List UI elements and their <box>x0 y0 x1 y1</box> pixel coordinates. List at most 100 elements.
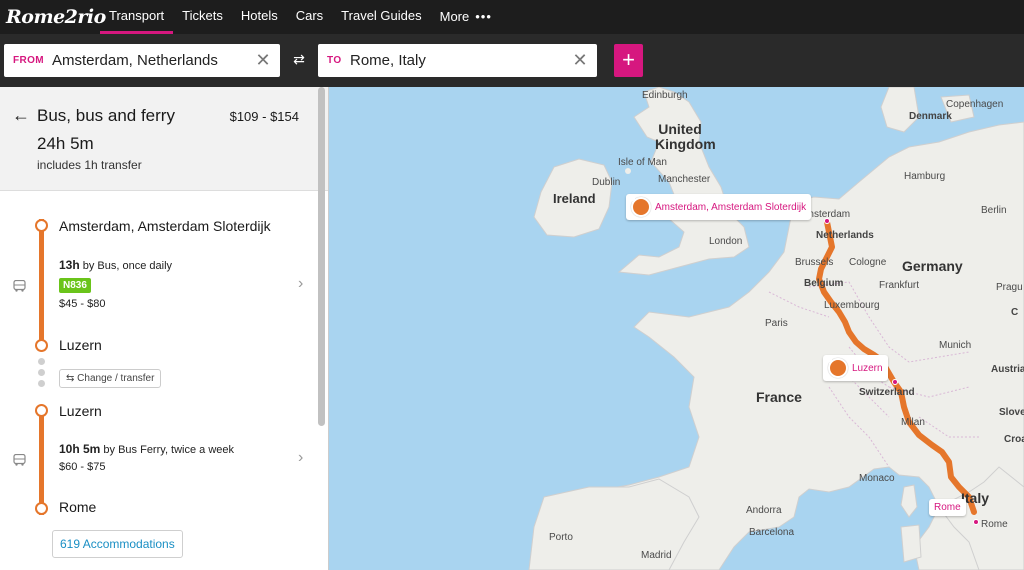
transfer-dot <box>38 380 45 387</box>
change-transfer-button[interactable]: ⇆ Change / transfer <box>59 369 162 388</box>
city-rome: Rome <box>981 519 1008 530</box>
to-tag: TO <box>327 55 342 66</box>
route-summary: ← Bus, bus and ferry $109 - $154 24h 5m … <box>0 87 328 191</box>
transfer-dot <box>38 358 45 365</box>
stop-luzern[interactable]: Luzern <box>59 337 102 353</box>
to-field[interactable]: TO Rome, Italy ✕ <box>318 44 597 77</box>
nav-more[interactable]: More ••• <box>431 0 501 34</box>
to-clear-icon[interactable]: ✕ <box>563 50 597 71</box>
bus-line-badge: N836 <box>59 278 91 293</box>
country-croatia: Croa <box>1004 434 1024 445</box>
from-field[interactable]: FROM Amsterdam, Netherlands ✕ <box>4 44 280 77</box>
map-label-luzern[interactable]: Luzern <box>823 355 888 381</box>
to-input[interactable]: Rome, Italy <box>350 52 563 69</box>
change-transfer-label: Change / transfer <box>77 373 155 384</box>
city-andorra: Andorra <box>746 505 782 516</box>
chevron-right-icon[interactable]: › <box>298 275 303 293</box>
city-copenhagen: Copenhagen <box>946 99 1004 110</box>
nav-hotels[interactable]: Hotels <box>232 0 287 34</box>
bus-stop-icon <box>824 356 848 378</box>
route-panel: ← Bus, bus and ferry $109 - $154 24h 5m … <box>0 87 329 570</box>
stop-luzern-2[interactable]: Luzern <box>59 403 102 419</box>
leg-info: 13h by Bus, once daily <box>59 258 172 272</box>
logo[interactable]: Rome2rio <box>0 6 106 28</box>
country-germany: Germany <box>902 258 963 274</box>
map-label-text: Amsterdam, Amsterdam Sloterdijk <box>655 201 807 213</box>
route-steps: Amsterdam, Amsterdam Sloterdijk 13h by B… <box>0 191 316 570</box>
country-france: France <box>756 389 802 405</box>
nav-tickets[interactable]: Tickets <box>173 0 232 34</box>
country-ireland: Ireland <box>553 191 596 206</box>
city-porto: Porto <box>549 532 573 543</box>
country-netherlands: Netherlands <box>816 230 874 241</box>
bus-icon <box>13 280 26 292</box>
route-price: $109 - $154 <box>229 109 299 124</box>
route-duration: 24h 5m <box>37 134 94 153</box>
nav-cars[interactable]: Cars <box>287 0 332 34</box>
leg-price: $45 - $80 <box>59 298 106 310</box>
from-clear-icon[interactable]: ✕ <box>246 50 280 71</box>
city-madrid: Madrid <box>641 550 672 561</box>
city-paris: Paris <box>765 318 788 329</box>
stop-node <box>35 404 48 417</box>
transfer-note: includes 1h transfer <box>37 158 142 172</box>
country-switzerland: Switzerland <box>859 387 915 398</box>
country-cut: C <box>1011 307 1019 318</box>
leg-mode: by Bus, once daily <box>79 260 173 272</box>
map-label-rome[interactable]: Rome <box>929 499 966 516</box>
route-transfer-dot <box>892 379 898 385</box>
country-united-kingdom: United Kingdom <box>655 121 716 152</box>
city-berlin: Berlin <box>981 205 1007 216</box>
country-denmark: Denmark <box>909 111 952 122</box>
map-label-text: Luzern <box>852 362 883 374</box>
bus-stop-icon <box>627 195 651 217</box>
leg-duration: 10h 5m <box>59 442 101 456</box>
more-dots-icon: ••• <box>475 9 492 24</box>
city-manchester: Manchester <box>658 174 711 185</box>
map-land <box>528 87 1024 570</box>
leg-line <box>39 219 44 347</box>
swap-icon[interactable]: ⇄ <box>286 51 312 71</box>
country-slovenia: Slove <box>999 407 1024 418</box>
map-label-amsterdam[interactable]: Amsterdam, Amsterdam Sloterdijk <box>626 194 812 220</box>
map[interactable]: Edinburgh Isle of Man Manchester Dublin … <box>329 87 1024 570</box>
bus-icon <box>13 454 26 466</box>
city-prague: Pragu <box>996 282 1023 293</box>
city-milan: Milan <box>901 417 925 428</box>
stop-amsterdam[interactable]: Amsterdam, Amsterdam Sloterdijk <box>59 218 271 234</box>
city-munich: Munich <box>939 340 972 351</box>
stop-rome[interactable]: Rome <box>59 499 96 515</box>
transfer-dot <box>38 369 45 376</box>
leg-mode: by Bus Ferry, twice a week <box>100 444 235 456</box>
accommodations-button[interactable]: 619 Accommodations <box>52 530 183 558</box>
nav-travel-guides[interactable]: Travel Guides <box>332 0 430 34</box>
city-london: London <box>709 236 743 247</box>
country-belgium: Belgium <box>804 278 844 289</box>
transfer-icon: ⇆ <box>66 373 75 384</box>
nav-more-label: More <box>439 9 470 24</box>
city-monaco: Monaco <box>859 473 895 484</box>
leg-price: $60 - $75 <box>59 461 106 473</box>
stop-node <box>35 502 48 515</box>
leg-line <box>39 405 44 515</box>
city-isle-of-man: Isle of Man <box>618 157 667 168</box>
search-bar: FROM Amsterdam, Netherlands ✕ ⇄ TO Rome,… <box>0 34 1024 87</box>
add-destination-button[interactable]: + <box>614 44 643 77</box>
city-edinburgh: Edinburgh <box>642 90 688 101</box>
leg-duration: 13h <box>59 258 80 272</box>
nav-transport[interactable]: Transport <box>100 0 174 34</box>
chevron-right-icon[interactable]: › <box>298 449 303 467</box>
city-barcelona: Barcelona <box>749 527 795 538</box>
country-austria: Austria <box>991 364 1024 375</box>
from-input[interactable]: Amsterdam, Netherlands <box>52 52 246 69</box>
route-end-dot <box>973 519 979 525</box>
from-tag: FROM <box>13 55 45 66</box>
top-nav: Rome2rio Transport Tickets Hotels Cars T… <box>0 0 1024 34</box>
stop-node <box>35 219 48 232</box>
stop-node <box>35 339 48 352</box>
city-frankfurt: Frankfurt <box>879 280 920 291</box>
back-arrow-icon[interactable]: ← <box>12 105 30 126</box>
panel-scrollbar[interactable] <box>318 87 325 426</box>
city-brussels: Brussels <box>795 257 834 268</box>
route-title: Bus, bus and ferry <box>37 106 175 125</box>
